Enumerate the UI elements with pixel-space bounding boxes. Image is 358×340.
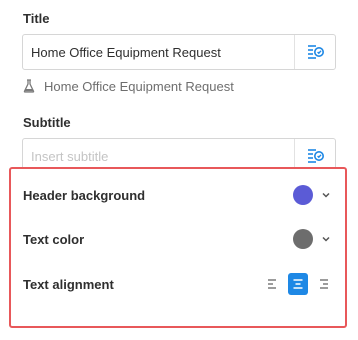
text-alignment-row: Text alignment [23, 271, 333, 297]
text-color-row: Text color [23, 226, 333, 252]
header-background-label: Header background [23, 187, 146, 203]
text-alignment-group [258, 273, 333, 295]
header-background-swatch[interactable] [293, 185, 313, 205]
align-right-button[interactable] [313, 273, 333, 295]
appearance-panel: Header background Text color Text alignm… [9, 167, 347, 328]
title-preview-text: Home Office Equipment Request [44, 78, 234, 94]
align-center-button[interactable] [288, 273, 308, 295]
title-input[interactable] [23, 35, 293, 69]
field-divider [294, 35, 295, 69]
subtitle-label: Subtitle [23, 115, 71, 130]
text-alignment-label: Text alignment [23, 276, 114, 292]
align-center-icon [293, 279, 303, 289]
header-background-row: Header background [23, 182, 333, 208]
align-left-icon [268, 279, 276, 289]
align-right-icon [320, 279, 328, 289]
variable-insert-icon[interactable] [307, 148, 325, 164]
variable-insert-icon[interactable] [307, 44, 325, 60]
text-color-label: Text color [23, 231, 85, 247]
title-field[interactable] [22, 34, 336, 70]
chevron-down-icon[interactable] [321, 191, 331, 199]
title-label: Title [23, 11, 50, 26]
text-color-picker[interactable] [293, 229, 333, 249]
title-preview: Home Office Equipment Request [23, 77, 234, 95]
text-color-swatch[interactable] [293, 229, 313, 249]
header-background-picker[interactable] [293, 185, 333, 205]
flask-icon [23, 79, 35, 93]
align-left-button[interactable] [263, 273, 283, 295]
chevron-down-icon[interactable] [321, 235, 331, 243]
